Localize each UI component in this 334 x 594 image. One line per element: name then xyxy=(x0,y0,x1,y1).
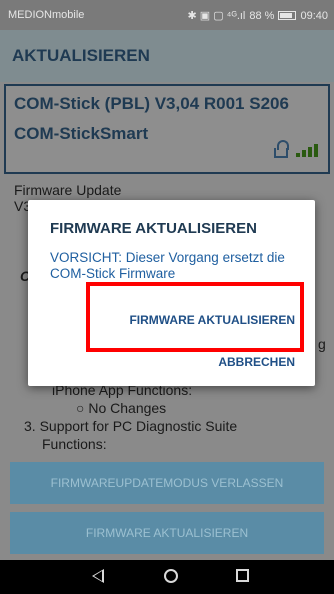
carrier-name: MEDIONmobile xyxy=(8,9,85,21)
status-bar: MEDIONmobile ✱ ▣ ▢ ⁴ᴳ.ıl 88 % 09:40 xyxy=(0,0,334,30)
functions-label: Functions: xyxy=(42,436,107,452)
status-icons: ✱ ▣ ▢ ⁴ᴳ.ıl 88 % 09:40 xyxy=(187,9,328,23)
navigation-bar xyxy=(0,560,334,594)
battery-percent: 88 % xyxy=(249,9,275,22)
clock: 09:40 xyxy=(300,9,328,22)
pc-suite-item: 3. Support for PC Diagnostic Suite xyxy=(24,418,238,434)
page-title: AKTUALISIEREN xyxy=(12,46,150,65)
no-changes-item: ○ No Changes xyxy=(76,400,167,416)
dialog-title: FIRMWARE AKTUALISIEREN xyxy=(50,220,257,237)
signal-strength-icon xyxy=(296,144,318,157)
unlocked-lock-icon xyxy=(274,140,289,158)
confirm-update-button[interactable]: FIRMWARE AKTUALISIEREN xyxy=(129,313,295,327)
firmware-update-label: Firmware Update xyxy=(14,182,122,198)
device-card: COM-Stick (PBL) V3,04 R001 S206 COM-Stic… xyxy=(4,84,330,174)
cancel-button[interactable]: ABBRECHEN xyxy=(218,355,295,369)
exit-update-mode-button[interactable]: FIRMWAREUPDATEMODUS VERLASSEN xyxy=(10,462,324,504)
truncated-text: g xyxy=(318,336,326,352)
app-bar: AKTUALISIEREN xyxy=(0,30,334,82)
home-icon[interactable] xyxy=(164,569,178,583)
device-type: COM-StickSmart xyxy=(14,124,149,143)
update-firmware-button[interactable]: FIRMWARE AKTUALISIEREN xyxy=(10,512,324,554)
device-name: COM-Stick (PBL) V3,04 R001 S206 xyxy=(14,94,289,113)
status-indicator-icons: ✱ ▣ ▢ ⁴ᴳ.ıl xyxy=(187,10,246,22)
recent-apps-icon[interactable] xyxy=(236,569,249,582)
dialog-message: VORSICHT: Dieser Vorgang ersetzt die COM… xyxy=(50,250,285,281)
battery-icon xyxy=(278,11,297,20)
confirm-dialog: FIRMWARE AKTUALISIEREN VORSICHT: Dieser … xyxy=(28,200,315,386)
back-icon[interactable] xyxy=(92,569,104,583)
